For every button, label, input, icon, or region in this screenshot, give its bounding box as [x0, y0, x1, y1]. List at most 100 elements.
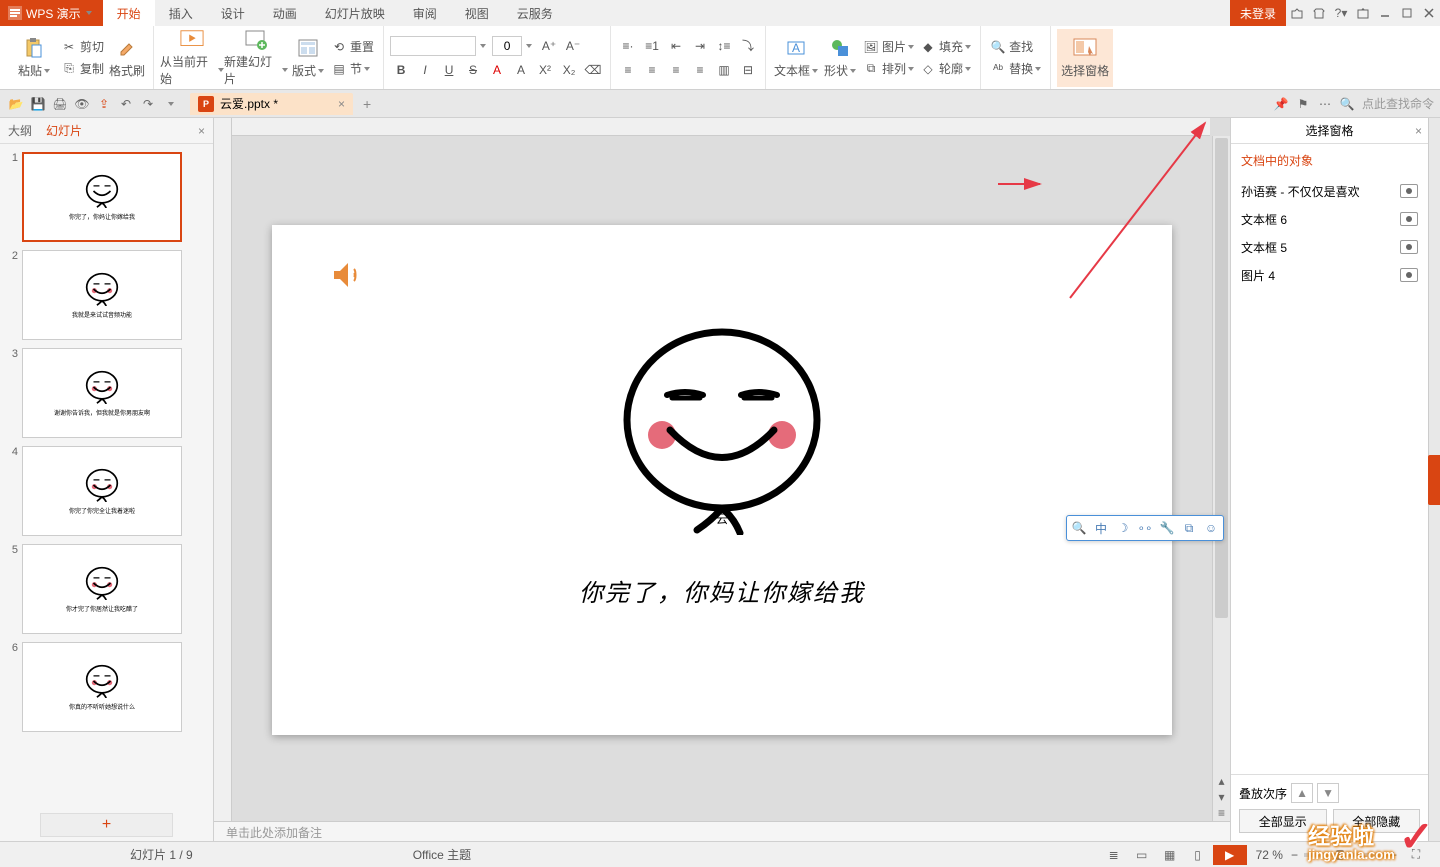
qab-dropdown[interactable] [160, 94, 180, 114]
text-direction-button[interactable]: ⤵ [737, 35, 759, 57]
skin-icon[interactable] [1286, 0, 1308, 26]
select-pane-button[interactable]: 选择窗格 [1057, 29, 1113, 87]
scroll-up-icon[interactable]: ▴ [1213, 773, 1230, 789]
app-menu-dropdown[interactable] [81, 11, 95, 15]
columns-button[interactable]: ▥ [713, 59, 735, 81]
export-icon[interactable]: ⇪ [94, 94, 114, 114]
qab-options-icon[interactable]: ⋯ [1314, 93, 1336, 115]
underline-button[interactable]: U [438, 59, 460, 81]
face-image[interactable]: 云 [622, 325, 822, 535]
tab-view[interactable]: 视图 [451, 0, 503, 26]
move-down-button[interactable]: ▼ [1317, 783, 1339, 803]
thumbnail[interactable]: 你真的不听听她想说什么 [22, 642, 182, 732]
open-icon[interactable]: 📂 [6, 94, 26, 114]
move-up-button[interactable]: ▲ [1291, 783, 1313, 803]
maximize-icon[interactable] [1396, 0, 1418, 26]
clear-format-button[interactable]: ⌫ [582, 59, 604, 81]
add-slide-button[interactable]: + [40, 813, 173, 837]
add-tab-button[interactable]: + [363, 96, 371, 112]
qab-search-icon[interactable]: 🔍 [1336, 93, 1358, 115]
align-center-button[interactable]: ≡ [641, 59, 663, 81]
reset-button[interactable]: ⟲重置 [328, 37, 377, 57]
bullets-button[interactable]: ≡· [617, 35, 639, 57]
new-slide-button[interactable]: 新建幻灯片 [224, 29, 288, 87]
shape-button[interactable]: 形状 [820, 29, 860, 87]
slide-canvas[interactable]: 云 你完了，你妈让你嫁给我 [272, 225, 1172, 735]
view-sorter-icon[interactable]: ▦ [1157, 845, 1183, 865]
align-v-button[interactable]: ⊟ [737, 59, 759, 81]
grow-font-button[interactable]: A⁺ [538, 35, 560, 57]
fill-button[interactable]: ◆填充 [917, 37, 974, 57]
save-icon[interactable]: 💾 [28, 94, 48, 114]
replace-button[interactable]: ᴬᵇ替换 [987, 59, 1044, 79]
paste-button[interactable]: 粘贴 [10, 29, 58, 87]
undo-icon[interactable]: ↶ [116, 94, 136, 114]
selection-item[interactable]: 图片 4 [1237, 261, 1422, 289]
cut-button[interactable]: ✂剪切 [58, 37, 107, 57]
font-color-button[interactable]: A [486, 59, 508, 81]
highlight-button[interactable]: A [510, 59, 532, 81]
doc-close-icon[interactable]: × [338, 97, 345, 111]
indent-dec-button[interactable]: ⇤ [665, 35, 687, 57]
thumbnail[interactable]: 你完了，你妈让你嫁给我 [22, 152, 182, 242]
qab-flag-icon[interactable]: ⚑ [1292, 93, 1314, 115]
ft-more-icon[interactable]: ∘∘ [1136, 519, 1154, 537]
preview-icon[interactable]: 👁 [72, 94, 92, 114]
document-tab[interactable]: P 云爱.pptx * × [190, 93, 353, 115]
visibility-toggle[interactable] [1400, 184, 1418, 198]
close-icon[interactable] [1418, 0, 1440, 26]
thumbnail[interactable]: 谢谢你告诉我，但我就是你男朋友啊 [22, 348, 182, 438]
print-icon[interactable]: 🖨 [50, 94, 70, 114]
ft-zoom-icon[interactable]: 🔍 [1070, 519, 1088, 537]
help-icon[interactable]: ?▾ [1330, 0, 1352, 26]
zoom-out-button[interactable]: − [1291, 848, 1298, 862]
scroll-next-icon[interactable]: ≡ [1213, 805, 1230, 821]
line-spacing-button[interactable]: ↕≡ [713, 35, 735, 57]
thumbnail[interactable]: 你完了你完全让我着迷啦 [22, 446, 182, 536]
indent-inc-button[interactable]: ⇥ [689, 35, 711, 57]
collapsed-sidebar[interactable] [1428, 118, 1440, 841]
selection-pane-close[interactable]: × [1415, 124, 1422, 138]
subscript-button[interactable]: X₂ [558, 59, 580, 81]
selection-item[interactable]: 文本框 6 [1237, 205, 1422, 233]
view-normal-icon[interactable]: ▭ [1129, 845, 1155, 865]
align-right-button[interactable]: ≡ [665, 59, 687, 81]
audio-icon[interactable] [332, 261, 364, 289]
vertical-scrollbar[interactable]: ▴ ▾ ≡ [1212, 136, 1230, 821]
image-button[interactable]: 🖼图片 [860, 37, 917, 57]
outline-tab[interactable]: 大纲 [8, 122, 32, 139]
textbox-button[interactable]: A 文本框 [772, 29, 820, 87]
numbering-button[interactable]: ≡1 [641, 35, 663, 57]
scroll-down-icon[interactable]: ▾ [1213, 789, 1230, 805]
strike-button[interactable]: S [462, 59, 484, 81]
align-justify-button[interactable]: ≡ [689, 59, 711, 81]
ft-cn-icon[interactable]: 中 [1092, 519, 1110, 537]
tab-slideshow[interactable]: 幻灯片放映 [311, 0, 399, 26]
visibility-toggle[interactable] [1400, 240, 1418, 254]
tab-review[interactable]: 审阅 [399, 0, 451, 26]
window-up-icon[interactable] [1352, 0, 1374, 26]
italic-button[interactable]: I [414, 59, 436, 81]
search-hint[interactable]: 点此查找命令 [1362, 95, 1434, 112]
align-left-button[interactable]: ≡ [617, 59, 639, 81]
section-button[interactable]: ▤节 [328, 59, 377, 79]
visibility-toggle[interactable] [1400, 212, 1418, 226]
ft-copy-icon[interactable]: ⧉ [1180, 519, 1198, 537]
arrange-button[interactable]: ⧉排列 [860, 59, 917, 79]
font-name-input[interactable] [390, 36, 490, 56]
tshirt-icon[interactable] [1308, 0, 1330, 26]
font-size-input[interactable] [492, 36, 536, 56]
tab-cloud[interactable]: 云服务 [503, 0, 567, 26]
selection-item[interactable]: 文本框 5 [1237, 233, 1422, 261]
tab-design[interactable]: 设计 [207, 0, 259, 26]
visibility-toggle[interactable] [1400, 268, 1418, 282]
slides-tab[interactable]: 幻灯片 [46, 122, 82, 139]
view-notes-icon[interactable]: ≣ [1101, 845, 1127, 865]
superscript-button[interactable]: X² [534, 59, 556, 81]
outline-button[interactable]: ◇轮廓 [917, 59, 974, 79]
view-slideshow-icon[interactable]: ▶ [1213, 845, 1247, 865]
minimize-icon[interactable] [1374, 0, 1396, 26]
login-badge[interactable]: 未登录 [1230, 0, 1286, 26]
ft-face-icon[interactable]: ☺ [1202, 519, 1220, 537]
thumbnail[interactable]: 你才完了你居然让我吃醋了 [22, 544, 182, 634]
